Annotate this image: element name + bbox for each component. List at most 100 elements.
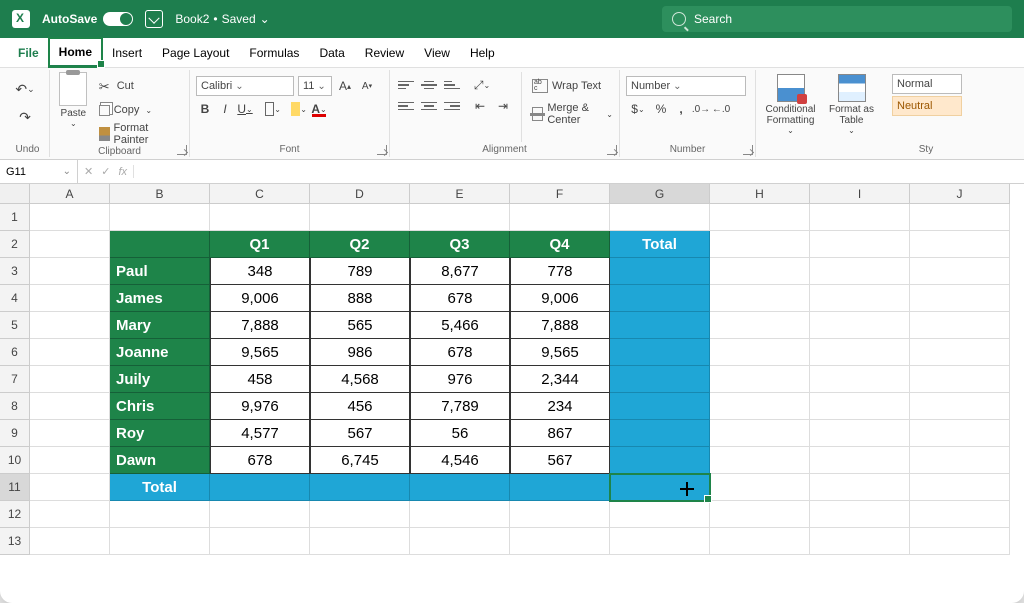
cell-A9[interactable] bbox=[30, 420, 110, 447]
cell-C12[interactable] bbox=[210, 501, 310, 528]
tab-view[interactable]: View bbox=[414, 38, 460, 67]
column-headers[interactable]: ABCDEFGHIJ bbox=[30, 184, 1010, 204]
cell-E12[interactable] bbox=[410, 501, 510, 528]
underline-button[interactable]: U⌄ bbox=[236, 100, 254, 118]
cell-H12[interactable] bbox=[710, 501, 810, 528]
cell-F4[interactable]: 9,006 bbox=[510, 285, 610, 312]
cell-A1[interactable] bbox=[30, 204, 110, 231]
number-launcher[interactable] bbox=[743, 145, 753, 155]
row-headers[interactable]: 12345678910111213 bbox=[0, 204, 30, 555]
cell-B4[interactable]: James bbox=[110, 285, 210, 312]
cell-H2[interactable] bbox=[710, 231, 810, 258]
column-header-J[interactable]: J bbox=[910, 184, 1010, 203]
font-color-button[interactable]: A⌄ bbox=[310, 100, 328, 118]
cell-H5[interactable] bbox=[710, 312, 810, 339]
cell-J9[interactable] bbox=[910, 420, 1010, 447]
cell-A12[interactable] bbox=[30, 501, 110, 528]
borders-button[interactable]: ⌄ bbox=[264, 100, 282, 118]
cell-F13[interactable] bbox=[510, 528, 610, 555]
cell-F6[interactable]: 9,565 bbox=[510, 339, 610, 366]
cell-B3[interactable]: Paul bbox=[110, 258, 210, 285]
tab-review[interactable]: Review bbox=[355, 38, 414, 67]
conditional-formatting-button[interactable]: Conditional Formatting⌄ bbox=[762, 72, 819, 157]
tab-page-layout[interactable]: Page Layout bbox=[152, 38, 239, 67]
cell-A7[interactable] bbox=[30, 366, 110, 393]
cell-H8[interactable] bbox=[710, 393, 810, 420]
cell-I12[interactable] bbox=[810, 501, 910, 528]
cell-G1[interactable] bbox=[610, 204, 710, 231]
comma-button[interactable]: , bbox=[672, 100, 690, 118]
column-header-C[interactable]: C bbox=[210, 184, 310, 203]
autosave-toggle[interactable]: AutoSave bbox=[42, 12, 133, 26]
tab-formulas[interactable]: Formulas bbox=[239, 38, 309, 67]
cell-C2[interactable]: Q1 bbox=[210, 231, 310, 258]
cell-J1[interactable] bbox=[910, 204, 1010, 231]
cell-I2[interactable] bbox=[810, 231, 910, 258]
decrease-indent-button[interactable]: ⇤ bbox=[470, 97, 490, 115]
cell-D10[interactable]: 6,745 bbox=[310, 447, 410, 474]
cell-I13[interactable] bbox=[810, 528, 910, 555]
cell-A5[interactable] bbox=[30, 312, 110, 339]
cell-B8[interactable]: Chris bbox=[110, 393, 210, 420]
cell-B11[interactable]: Total bbox=[110, 474, 210, 501]
cell-A13[interactable] bbox=[30, 528, 110, 555]
cell-F10[interactable]: 567 bbox=[510, 447, 610, 474]
tab-data[interactable]: Data bbox=[309, 38, 354, 67]
decrease-font-button[interactable]: A▾ bbox=[358, 77, 376, 95]
cancel-formula-icon[interactable]: ✕ bbox=[84, 165, 93, 178]
cell-E4[interactable]: 678 bbox=[410, 285, 510, 312]
cell-C7[interactable]: 458 bbox=[210, 366, 310, 393]
cell-A10[interactable] bbox=[30, 447, 110, 474]
cell-C3[interactable]: 348 bbox=[210, 258, 310, 285]
cell-G2[interactable]: Total bbox=[610, 231, 710, 258]
tab-file[interactable]: File bbox=[8, 38, 49, 67]
paste-button[interactable]: Paste ⌄ bbox=[56, 72, 91, 144]
cell-J10[interactable] bbox=[910, 447, 1010, 474]
cell-E7[interactable]: 976 bbox=[410, 366, 510, 393]
cell-E10[interactable]: 4,546 bbox=[410, 447, 510, 474]
cell-H11[interactable] bbox=[710, 474, 810, 501]
wrap-text-button[interactable]: abcWrap Text bbox=[532, 76, 613, 96]
cell-B2[interactable] bbox=[110, 231, 210, 258]
cell-C13[interactable] bbox=[210, 528, 310, 555]
row-header-7[interactable]: 7 bbox=[0, 366, 29, 393]
cell-I5[interactable] bbox=[810, 312, 910, 339]
cell-F12[interactable] bbox=[510, 501, 610, 528]
cell-I3[interactable] bbox=[810, 258, 910, 285]
cell-C4[interactable]: 9,006 bbox=[210, 285, 310, 312]
row-header-2[interactable]: 2 bbox=[0, 231, 29, 258]
cell-G6[interactable] bbox=[610, 339, 710, 366]
redo-button[interactable]: ↶ bbox=[12, 106, 38, 128]
cell-C8[interactable]: 9,976 bbox=[210, 393, 310, 420]
cell-I8[interactable] bbox=[810, 393, 910, 420]
cell-I6[interactable] bbox=[810, 339, 910, 366]
tab-insert[interactable]: Insert bbox=[102, 38, 152, 67]
cell-E9[interactable]: 56 bbox=[410, 420, 510, 447]
cell-A4[interactable] bbox=[30, 285, 110, 312]
align-left-button[interactable] bbox=[396, 97, 416, 115]
cell-A8[interactable] bbox=[30, 393, 110, 420]
row-header-5[interactable]: 5 bbox=[0, 312, 29, 339]
number-format-select[interactable]: Number bbox=[626, 76, 746, 96]
align-right-button[interactable] bbox=[442, 97, 462, 115]
cell-H1[interactable] bbox=[710, 204, 810, 231]
row-header-1[interactable]: 1 bbox=[0, 204, 29, 231]
cell-B7[interactable]: Juily bbox=[110, 366, 210, 393]
cell-A2[interactable] bbox=[30, 231, 110, 258]
fill-color-button[interactable]: ⌄ bbox=[290, 100, 308, 118]
cell-D5[interactable]: 565 bbox=[310, 312, 410, 339]
cell-E1[interactable] bbox=[410, 204, 510, 231]
cell-D4[interactable]: 888 bbox=[310, 285, 410, 312]
column-header-I[interactable]: I bbox=[810, 184, 910, 203]
toggle-icon[interactable] bbox=[103, 12, 133, 26]
cell-B6[interactable]: Joanne bbox=[110, 339, 210, 366]
cell-B9[interactable]: Roy bbox=[110, 420, 210, 447]
cell-D9[interactable]: 567 bbox=[310, 420, 410, 447]
name-box[interactable]: G11 bbox=[0, 160, 78, 183]
cell-G13[interactable] bbox=[610, 528, 710, 555]
cell-B5[interactable]: Mary bbox=[110, 312, 210, 339]
cell-A6[interactable] bbox=[30, 339, 110, 366]
search-box[interactable]: Search bbox=[662, 6, 1012, 32]
column-header-A[interactable]: A bbox=[30, 184, 110, 203]
cell-H7[interactable] bbox=[710, 366, 810, 393]
